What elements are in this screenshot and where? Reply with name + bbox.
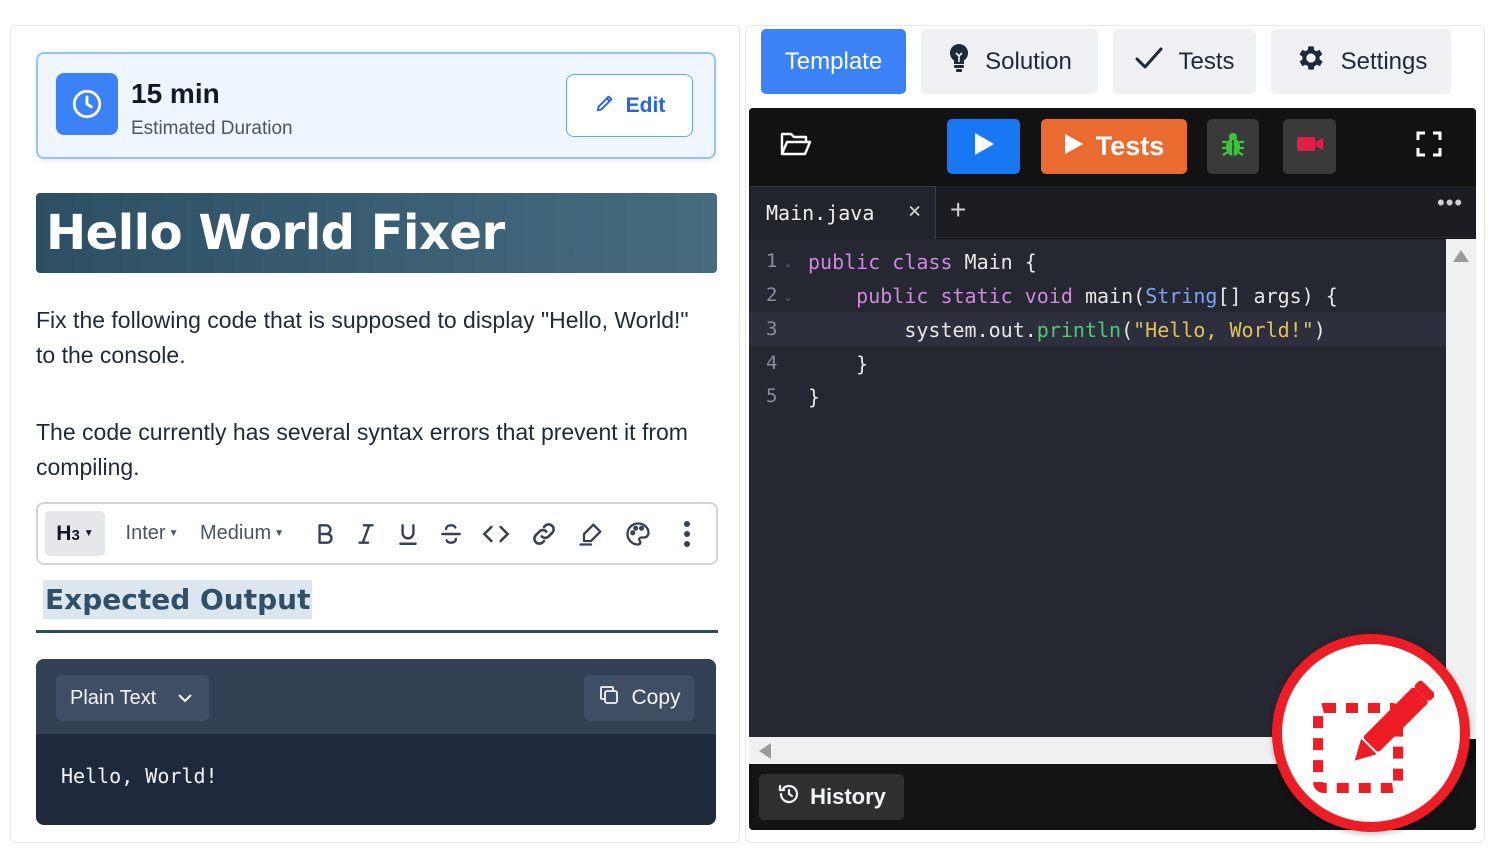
scroll-up-icon[interactable] [1452,249,1470,268]
rich-text-toolbar: H3 ▼ Inter ▼ Medium ▼ [36,502,718,565]
language-select[interactable]: Plain Text [56,675,209,721]
play-icon [973,132,995,161]
duration-label: Estimated Duration [131,118,293,139]
chevron-down-icon [177,687,193,710]
strikethrough-icon[interactable] [431,504,471,563]
video-camera-icon [1296,134,1324,159]
edit-selection-fab[interactable] [1272,634,1470,832]
heading-level-select[interactable]: H3 ▼ [45,511,105,556]
edit-selection-icon [1310,678,1435,801]
file-tab-bar: Main.java × + ••• [749,186,1476,239]
vertical-scrollbar[interactable] [1446,239,1476,739]
run-tests-label: Tests [1095,131,1165,161]
caret-down-icon: ▼ [83,528,94,539]
run-tests-button[interactable]: Tests [1041,119,1187,174]
tab-settings-label: Settings [1340,47,1428,75]
tab-tests[interactable]: Tests [1113,29,1256,94]
copy-button[interactable]: Copy [584,675,694,721]
lightbulb-icon [947,43,971,80]
file-tab-label: Main.java [766,201,875,225]
line-number: 5 [766,385,778,407]
page-title[interactable]: Hello World Fixer [46,205,505,261]
edit-label: Edit [625,93,666,117]
language-label: Plain Text [70,686,157,709]
edit-duration-button[interactable]: Edit [566,74,693,137]
code-icon[interactable] [476,504,516,563]
tab-solution[interactable]: Solution [921,29,1098,94]
caret-down-icon: ▼ [168,528,179,539]
open-folder-button[interactable] [776,119,816,174]
code-text: public class Main { [808,250,1037,274]
caret-down-icon: ▼ [274,528,285,539]
code-block-header: Plain Text Copy [36,659,716,734]
copy-label: Copy [631,686,681,709]
debug-button[interactable] [1207,119,1259,174]
code-line[interactable]: 2 ⌄ public static void main(String[] arg… [749,278,1446,312]
palette-icon[interactable] [618,504,658,563]
fullscreen-icon [1416,131,1442,162]
font-family-label: Inter [125,522,166,544]
instructions-panel: 15 min Estimated Duration Edit Hello Wor… [10,25,740,843]
checkmark-icon [1134,46,1164,77]
fold-chevron-icon[interactable]: ⌄ [785,292,791,303]
tab-solution-label: Solution [985,47,1072,75]
tab-template-label: Template [784,47,883,75]
font-family-select[interactable]: Inter ▼ [122,504,182,563]
line-number: 3 [766,318,778,340]
run-button[interactable] [947,119,1020,174]
exercise-title-banner[interactable]: Hello World Fixer [36,193,717,273]
gear-icon [1295,42,1327,81]
pencil-icon [594,92,616,120]
close-icon[interactable]: × [908,199,921,224]
code-text: } [808,385,821,409]
code-line[interactable]: 1 ⌄ public class Main { [749,244,1446,278]
line-number: 2 [766,284,778,306]
record-button[interactable] [1283,119,1336,174]
italic-icon[interactable] [346,504,386,563]
more-options-icon[interactable] [667,504,707,563]
duration-card: 15 min Estimated Duration Edit [36,52,716,159]
fold-chevron-icon[interactable]: ⌄ [785,258,791,269]
line-number: 4 [766,352,778,374]
description-paragraph[interactable]: Fix the following code that is supposed … [36,303,696,373]
expected-output-heading[interactable]: Expected Output [43,580,313,619]
code-line[interactable]: 5 } [749,379,1446,413]
bold-icon[interactable] [305,504,345,563]
fullscreen-button[interactable] [1409,119,1449,174]
line-number: 1 [766,250,778,272]
clock-icon [56,73,118,135]
code-text: system.out.println("Hello, World!") [808,318,1326,342]
folder-open-icon [780,130,812,163]
highlighter-icon[interactable] [571,504,611,563]
expected-output-text: Hello, World! [61,764,218,788]
code-text: } [808,352,869,376]
history-icon [777,782,801,812]
history-label: History [810,784,886,809]
scroll-left-icon[interactable] [758,742,772,765]
heading-level-number: 3 [71,526,80,544]
code-text: public static void main(String[] args) { [856,284,1338,308]
more-horizontal-icon[interactable]: ••• [1437,190,1463,216]
file-tab-main-java[interactable]: Main.java × [751,186,936,239]
duration-value: 15 min [131,78,220,109]
ide-toolbar: Tests [749,108,1476,185]
copy-icon [597,683,621,713]
code-line-active[interactable]: 3 system.out.println("Hello, World!") [749,312,1446,346]
divider [36,630,718,633]
add-file-icon[interactable]: + [950,194,966,226]
play-icon [1064,131,1084,162]
bug-icon [1220,130,1246,163]
description-paragraph[interactable]: The code currently has several syntax er… [36,415,696,485]
expected-output-code-block: Plain Text Copy Hello, World! [36,659,716,825]
font-weight-label: Medium [199,522,272,544]
heading-level-label: H [56,521,72,545]
font-weight-select[interactable]: Medium ▼ [196,504,288,563]
code-line[interactable]: 4 } [749,346,1446,380]
underline-icon[interactable] [388,504,428,563]
tab-template[interactable]: Template [761,29,906,94]
link-icon[interactable] [524,504,564,563]
tab-settings[interactable]: Settings [1271,29,1451,94]
tab-tests-label: Tests [1178,47,1235,75]
history-button[interactable]: History [759,774,904,820]
